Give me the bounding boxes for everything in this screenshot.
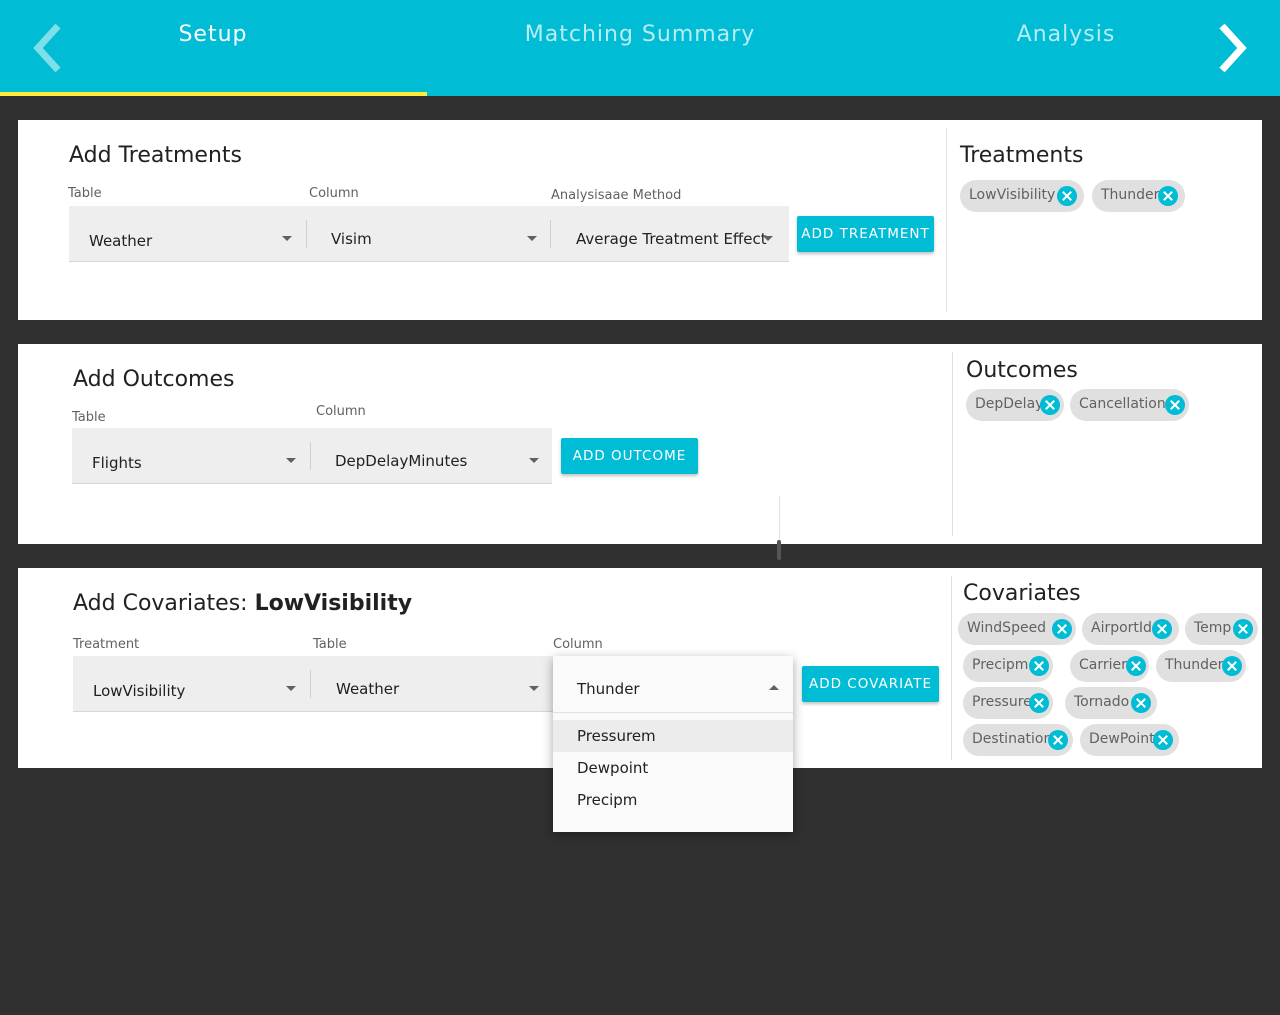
outcome-table-select[interactable]: Flights [72,428,309,484]
covariate-chip: Temp [1185,613,1258,645]
outcome-column-select[interactable]: DepDelayMinutes [311,428,552,484]
remove-chip-icon[interactable] [1222,656,1242,676]
remove-chip-icon[interactable] [1057,186,1077,206]
selected-treatment-name: LowVisibility [254,591,413,616]
remove-chip-icon[interactable] [1165,395,1185,415]
outcome-chip: DepDelay [966,389,1064,421]
caret-up-icon [769,685,779,690]
treatment-method-label: Analysisaae Method [551,188,682,203]
treatment-method-value: Average Treatment Effect [576,230,767,248]
caret-down-icon [763,236,773,241]
outcome-table-label: Table [72,410,106,425]
covariate-chip: WindSpeed [958,613,1076,645]
covariate-chip: DewPoint [1080,724,1179,756]
treatment-chip: LowVisibility [960,180,1084,212]
treatment-column-value: Visim [331,230,372,248]
outcome-table-value: Flights [92,454,142,472]
add-covariates-title: Add Covariates: LowVisibility [73,591,413,616]
covariate-column-label: Column [553,637,603,652]
covariate-table-value: Weather [336,680,400,698]
covariate-treatment-value: LowVisibility [93,682,186,700]
remove-chip-icon[interactable] [1153,730,1173,750]
treatment-chip: Thunder [1092,180,1185,212]
treatments-list-title: Treatments [960,143,1084,168]
remove-chip-icon[interactable] [1126,656,1146,676]
covariate-column-value: Thunder [577,680,640,698]
caret-down-icon [282,236,292,241]
tab-matching-summary[interactable]: Matching Summary [500,22,780,52]
add-treatment-button[interactable]: ADD TREATMENT [797,216,934,252]
outcome-chip: Cancellation [1070,389,1189,421]
card-divider [952,352,953,536]
covariate-chip: Tornado [1065,687,1157,719]
dropdown-option[interactable]: Precipm [553,784,793,816]
tab-setup[interactable]: Setup [130,22,296,52]
treatment-column-select[interactable]: Visim [307,206,550,262]
remove-chip-icon[interactable] [1052,619,1072,639]
chevron-right-icon[interactable] [1212,20,1252,76]
covariate-chip: AirportId [1082,613,1179,645]
add-covariate-button[interactable]: ADD COVARIATE [802,666,939,702]
treatment-table-label: Table [68,186,102,201]
active-tab-indicator [0,92,427,96]
covariate-column-select[interactable]: Thunder [553,656,793,713]
remove-chip-icon[interactable] [1029,693,1049,713]
treatment-table-select[interactable]: Weather [69,206,305,262]
covariate-chip: Carrier [1070,650,1149,682]
covariate-treatment-select[interactable]: LowVisibility [73,656,310,712]
covariate-treatment-label: Treatment [73,637,140,652]
add-outcome-button[interactable]: ADD OUTCOME [561,438,698,474]
remove-chip-icon[interactable] [1131,693,1151,713]
add-treatments-title: Add Treatments [69,143,242,168]
covariate-chip: Destination [963,724,1073,756]
chevron-left-icon[interactable] [28,20,68,76]
caret-down-icon [286,686,296,691]
outcome-column-label: Column [316,404,366,419]
scroll-thumb[interactable] [777,540,781,560]
top-app-bar: Setup Matching Summary Analysis [0,0,1280,96]
add-outcomes-title: Add Outcomes [73,367,235,392]
covariate-table-select[interactable]: Weather [311,656,553,712]
remove-chip-icon[interactable] [1233,619,1253,639]
scroll-track [779,496,780,544]
covariate-column-dropdown: Thunder Pressurem Dewpoint Precipm [553,656,793,832]
remove-chip-icon[interactable] [1029,656,1049,676]
caret-down-icon [529,686,539,691]
remove-chip-icon[interactable] [1040,395,1060,415]
treatment-table-value: Weather [89,232,153,250]
dropdown-option[interactable]: Dewpoint [553,752,793,784]
covariate-chip: Precipm [963,650,1053,682]
covariates-list-title: Covariates [963,581,1081,606]
covariate-table-label: Table [313,637,347,652]
dropdown-option[interactable]: Pressurem [553,720,793,752]
caret-down-icon [286,458,296,463]
remove-chip-icon[interactable] [1048,730,1068,750]
treatment-method-select[interactable]: Average Treatment Effect [551,206,789,262]
tab-analysis[interactable]: Analysis [980,22,1152,52]
outcome-column-value: DepDelayMinutes [335,452,468,470]
caret-down-icon [529,458,539,463]
covariate-chip: Thunder [1156,650,1246,682]
add-treatments-card: Add Treatments Table Column Analysisaae … [18,120,1262,320]
treatment-column-label: Column [309,186,359,201]
remove-chip-icon[interactable] [1158,186,1178,206]
card-divider [951,576,952,760]
remove-chip-icon[interactable] [1152,619,1172,639]
covariate-chip: Pressure [963,687,1053,719]
outcomes-list-title: Outcomes [966,358,1078,383]
caret-down-icon [527,236,537,241]
add-outcomes-card: Add Outcomes Table Column Flights DepDel… [18,344,1262,544]
card-divider [946,128,947,312]
